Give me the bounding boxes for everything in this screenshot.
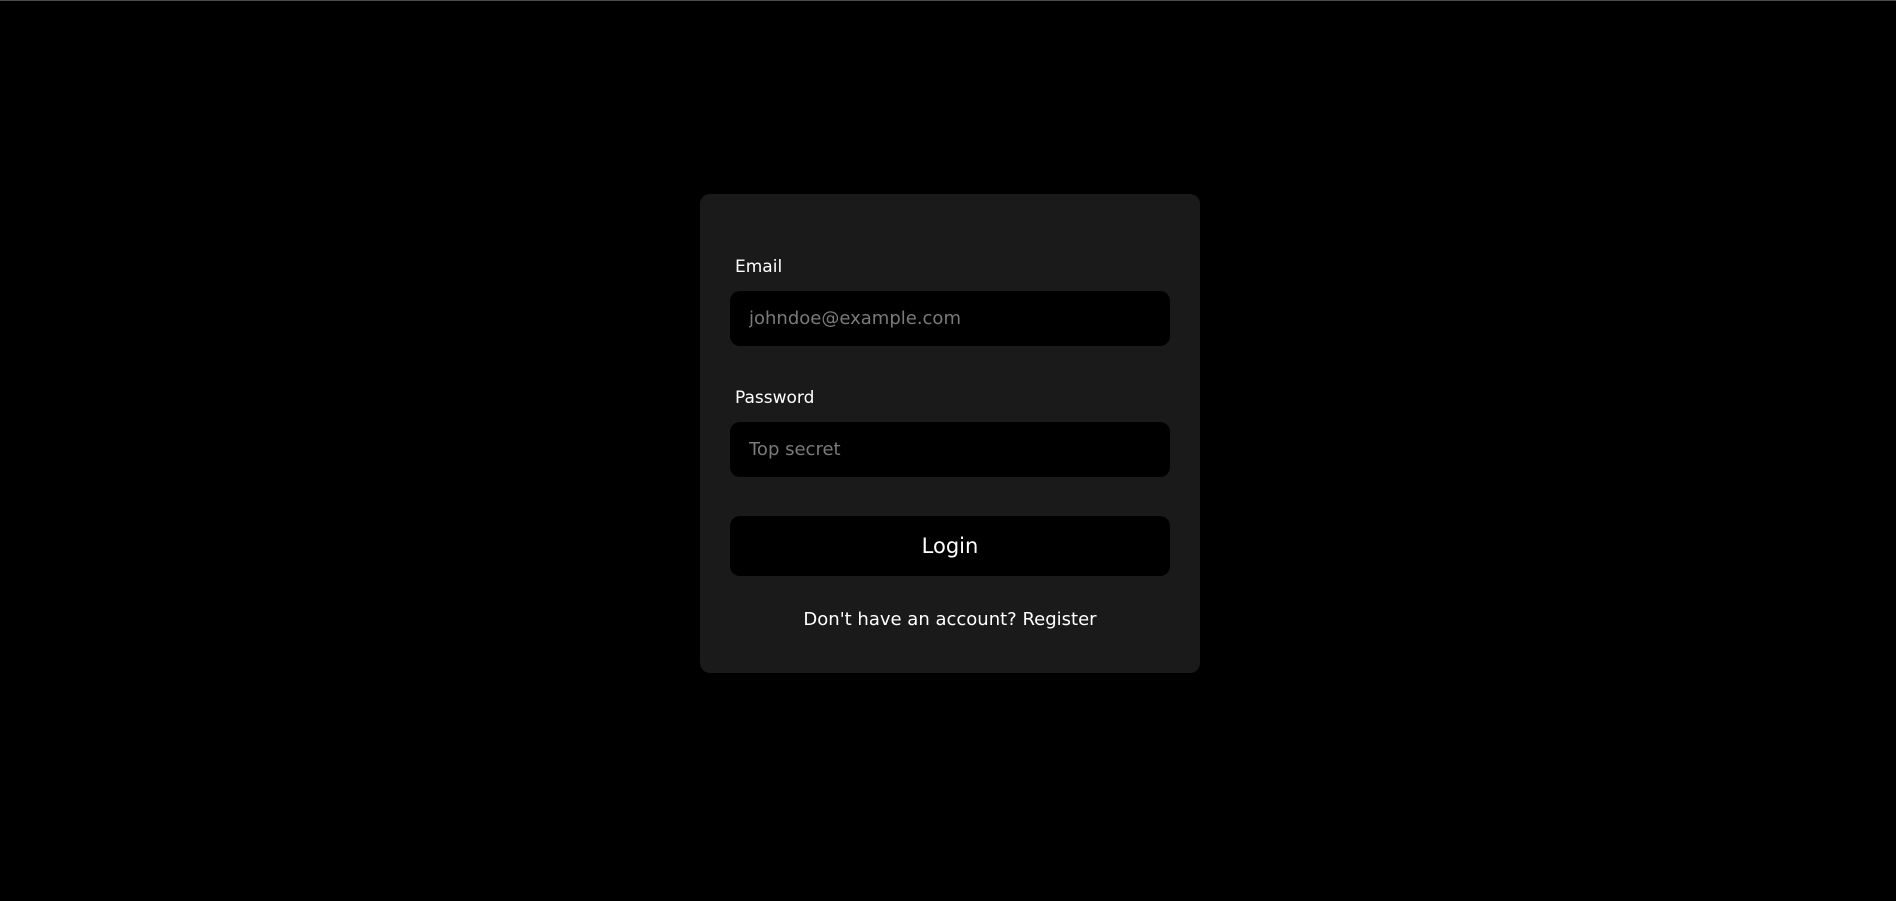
email-input[interactable]: [730, 291, 1170, 346]
login-card: Email Password Login Don't have an accou…: [700, 194, 1200, 673]
top-border: [0, 0, 1896, 1]
register-prompt: Don't have an account? Register: [700, 608, 1200, 632]
email-label: Email: [735, 257, 783, 277]
password-input[interactable]: [730, 422, 1170, 477]
register-link[interactable]: Register: [1022, 609, 1096, 630]
login-button[interactable]: Login: [730, 516, 1170, 576]
register-prompt-text: Don't have an account?: [803, 609, 1017, 630]
password-label: Password: [735, 388, 815, 408]
